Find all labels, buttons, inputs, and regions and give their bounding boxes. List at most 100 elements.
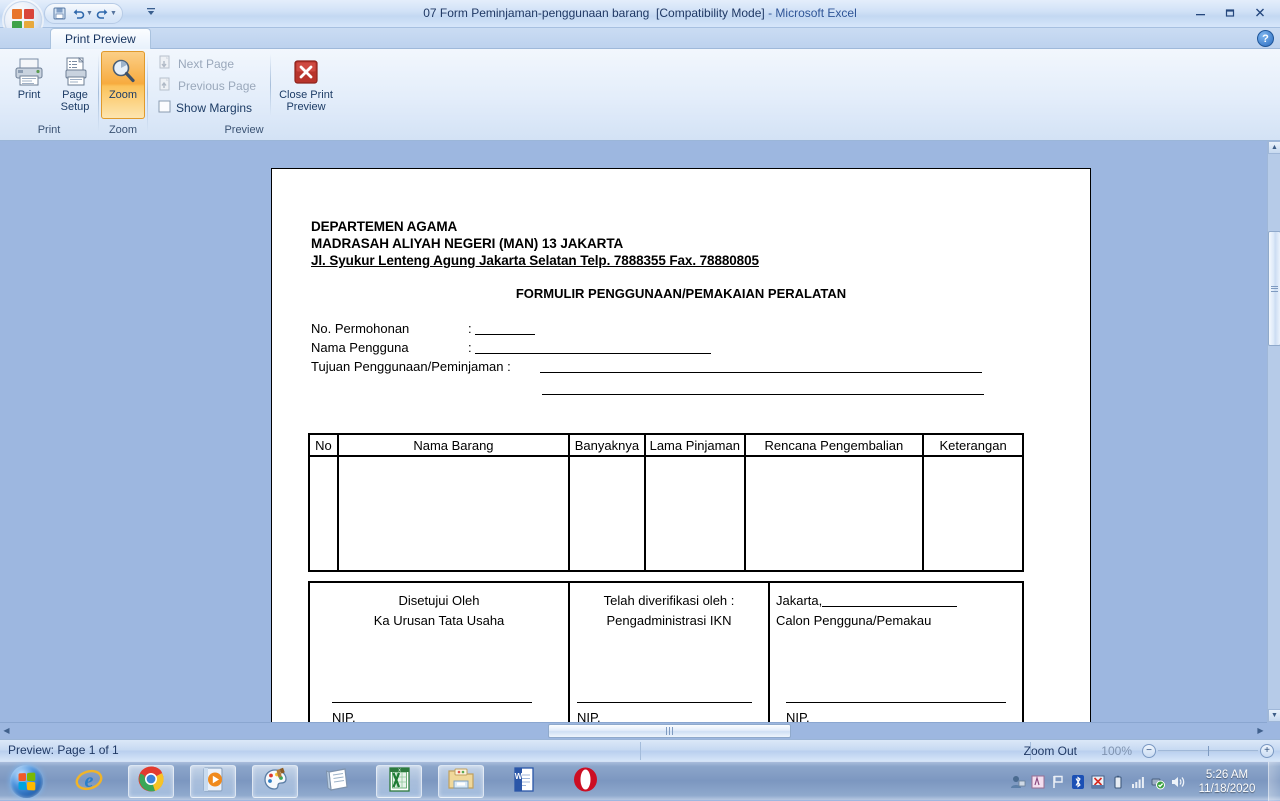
next-page-button[interactable]: Next Page [155,53,237,74]
window-title-doc: 07 Form Peminjaman-penggunaan barang [423,6,650,20]
signature-rule-user [786,702,1006,703]
tab-print-preview[interactable]: Print Preview [50,28,151,49]
org-header-line-2: MADRASAH ALIYAH NEGERI (MAN) 13 JAKARTA [311,236,624,251]
org-header-line-1: DEPARTEMEN AGAMA [311,219,458,234]
taskbar-item-paint[interactable] [252,765,298,798]
svg-text:e: e [85,770,94,792]
zoom-out-button[interactable]: Zoom Out [1024,744,1077,758]
horizontal-scrollbar[interactable]: ◀ ▶ [0,722,1267,738]
previous-page-label: Previous Page [178,78,257,93]
signature-line1-approver: Disetujui Oleh [398,593,480,608]
customize-qat-icon[interactable] [146,6,156,21]
cell-lama-pinjaman[interactable] [643,455,746,572]
antivirus-icon[interactable] [1088,762,1108,801]
field-value-tujuan-line1[interactable] [540,361,983,373]
scroll-right-icon[interactable]: ▶ [1254,723,1267,738]
cell-rencana-pengembalian[interactable] [743,455,924,572]
previous-page-button[interactable]: Previous Page [155,75,259,96]
vertical-scrollbar[interactable]: ▲ ▼ [1267,141,1280,722]
sticky-notes-icon[interactable] [1028,762,1048,801]
page-setup-button[interactable]: Page Setup [48,51,102,119]
notepad-icon [324,766,351,798]
media-player-icon [200,766,227,798]
undo-dropdown-icon[interactable]: ▼ [86,10,93,17]
ribbon-group-print-label: Print [37,124,61,136]
preview-page: DEPARTEMEN AGAMA MADRASAH ALIYAH NEGERI … [271,168,1091,722]
field-colon-nama-pengguna: : [468,340,472,355]
volume-icon[interactable] [1168,762,1188,801]
vertical-scrollbar-thumb[interactable] [1268,231,1280,346]
tab-label: Print Preview [65,32,136,46]
horizontal-scrollbar-thumb[interactable] [548,724,791,738]
start-button[interactable] [3,763,49,800]
taskbar: e X W 5:26 AM 11/18/2020 [0,761,1280,801]
clock-date: 11/18/2020 [1198,782,1256,795]
zoom-button-label: Zoom [108,89,138,101]
window-title-app: - Microsoft Excel [768,6,857,20]
redo-dropdown-icon[interactable]: ▼ [110,10,117,17]
cell-no[interactable] [308,455,339,572]
scroll-down-icon[interactable]: ▼ [1268,709,1280,722]
taskbar-item-opera[interactable] [562,765,608,798]
minimize-button[interactable] [1186,2,1214,22]
page-setup-button-label-line2: Setup [60,101,90,113]
action-flag-icon[interactable] [1048,762,1068,801]
items-table-header-row: No Nama Barang Banyaknya Lama Pinjaman R… [308,433,1024,457]
field-row-tujuan-line2 [542,381,984,396]
start-orb-icon [9,765,43,798]
zoom-decrease-button[interactable]: − [1142,744,1156,758]
help-icon[interactable]: ? [1257,30,1274,47]
svg-text:W: W [514,772,522,781]
clock-time: 5:26 AM [1205,768,1249,781]
ribbon-group-preview: Next Page Previous Page Show Margins Clo… [151,51,337,137]
ribbon-group-print: Print Page Setup Print [2,51,96,137]
zoom-button[interactable]: Zoom [101,51,145,119]
checkbox-icon[interactable] [158,100,171,116]
zoom-slider-handle[interactable] [1208,746,1209,756]
signature-date-blank[interactable] [822,595,958,607]
ribbon-group-divider-2 [147,54,148,132]
taskbar-item-microsoft-excel[interactable]: X [376,765,422,798]
network-signal-icon[interactable] [1128,762,1148,801]
cell-nama-barang[interactable] [336,455,570,572]
taskbar-item-google-chrome[interactable] [128,765,174,798]
microsoft-word-icon: W [510,766,537,798]
cell-banyaknya[interactable] [567,455,646,572]
cell-keterangan[interactable] [922,455,1024,572]
scroll-up-icon[interactable]: ▲ [1268,141,1280,154]
field-value-tujuan-line2[interactable] [542,383,984,395]
next-page-label: Next Page [178,56,235,71]
field-value-nama-pengguna[interactable] [475,342,712,354]
printer-icon [13,55,45,89]
user-account-icon[interactable] [1008,762,1028,801]
battery-icon[interactable] [1108,762,1128,801]
scroll-left-icon[interactable]: ◀ [0,723,13,738]
window-title-mode: [Compatibility Mode] [656,6,765,20]
ribbon-group-zoom-label: Zoom [108,124,138,136]
zoom-level-label[interactable]: 100% [1101,744,1132,758]
field-row-tujuan: Tujuan Penggunaan/Peminjaman : [311,359,983,374]
close-button[interactable] [1246,2,1274,22]
show-margins-checkbox[interactable]: Show Margins [155,97,255,118]
save-icon[interactable] [50,5,69,22]
close-print-preview-icon [293,55,319,89]
taskbar-item-microsoft-word[interactable]: W [500,765,546,798]
scrollbar-grip-h-icon [666,727,673,735]
signature-line1-user: Jakarta, [770,593,1022,608]
maximize-restore-button[interactable] [1216,2,1244,22]
taskbar-item-file-explorer[interactable] [438,765,484,798]
taskbar-item-notepad[interactable] [314,765,360,798]
safely-remove-icon[interactable] [1148,762,1168,801]
taskbar-item-internet-explorer[interactable]: e [66,765,112,798]
show-desktop-button[interactable] [1268,762,1280,801]
signature-line2-approver: Ka Urusan Tata Usaha [373,613,505,628]
print-preview-canvas[interactable]: DEPARTEMEN AGAMA MADRASAH ALIYAH NEGERI … [0,141,1267,722]
bluetooth-icon[interactable] [1068,762,1088,801]
zoom-increase-button[interactable]: + [1260,744,1274,758]
taskbar-clock[interactable]: 5:26 AM 11/18/2020 [1188,768,1266,796]
table-row[interactable] [308,455,1024,572]
taskbar-item-media-player[interactable] [190,765,236,798]
scrollbar-grip-icon [1271,285,1278,292]
close-print-preview-button[interactable]: Close Print Preview [276,51,336,119]
field-value-no-permohonan[interactable] [475,323,536,335]
